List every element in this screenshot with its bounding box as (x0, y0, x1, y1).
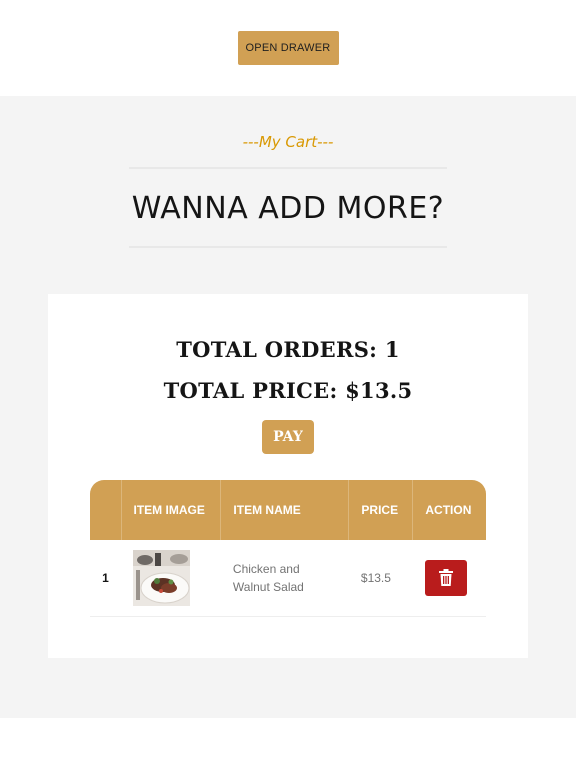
food-photo-drawing (133, 549, 190, 606)
item-name: Chicken and Walnut Salad (220, 540, 349, 617)
total-price: TOTAL PRICE: $13.5 (163, 378, 413, 403)
main-content: ---My Cart--- WANNA ADD MORE? TOTAL ORDE… (0, 96, 576, 718)
action-cell (412, 540, 486, 617)
heading-divider-top (129, 167, 447, 169)
pay-button[interactable]: PAY (262, 420, 314, 454)
header-item-image: ITEM IMAGE (120, 480, 221, 540)
section-heading: ---My Cart--- WANNA ADD MORE? (129, 96, 447, 248)
total-orders: TOTAL ORDERS: 1 (176, 337, 400, 362)
delete-button[interactable] (424, 559, 467, 596)
table-row: 1 Chicken and Walnut Salad $13.5 (90, 540, 486, 617)
header-action: ACTION (412, 480, 486, 540)
top-bar: OPEN DRAWER (0, 0, 576, 96)
row-index: 1 (90, 540, 121, 617)
item-price: $13.5 (348, 540, 413, 617)
heading-divider-bottom (129, 246, 447, 248)
section-title: WANNA ADD MORE? (131, 191, 445, 226)
header-item-name: ITEM NAME (220, 480, 349, 540)
cart-card: TOTAL ORDERS: 1 TOTAL PRICE: $13.5 PAY I… (48, 294, 528, 658)
food-photo (133, 549, 190, 606)
cart-table: ITEM IMAGE ITEM NAME PRICE ACTION 1 Chic… (90, 480, 486, 617)
section-subheading: ---My Cart--- (242, 133, 334, 151)
table-header-row: ITEM IMAGE ITEM NAME PRICE ACTION (90, 480, 486, 540)
trash-icon (438, 568, 453, 586)
open-drawer-button[interactable]: OPEN DRAWER (237, 31, 339, 65)
item-image-cell (121, 540, 221, 617)
header-index (90, 480, 121, 540)
header-price: PRICE (348, 480, 413, 540)
